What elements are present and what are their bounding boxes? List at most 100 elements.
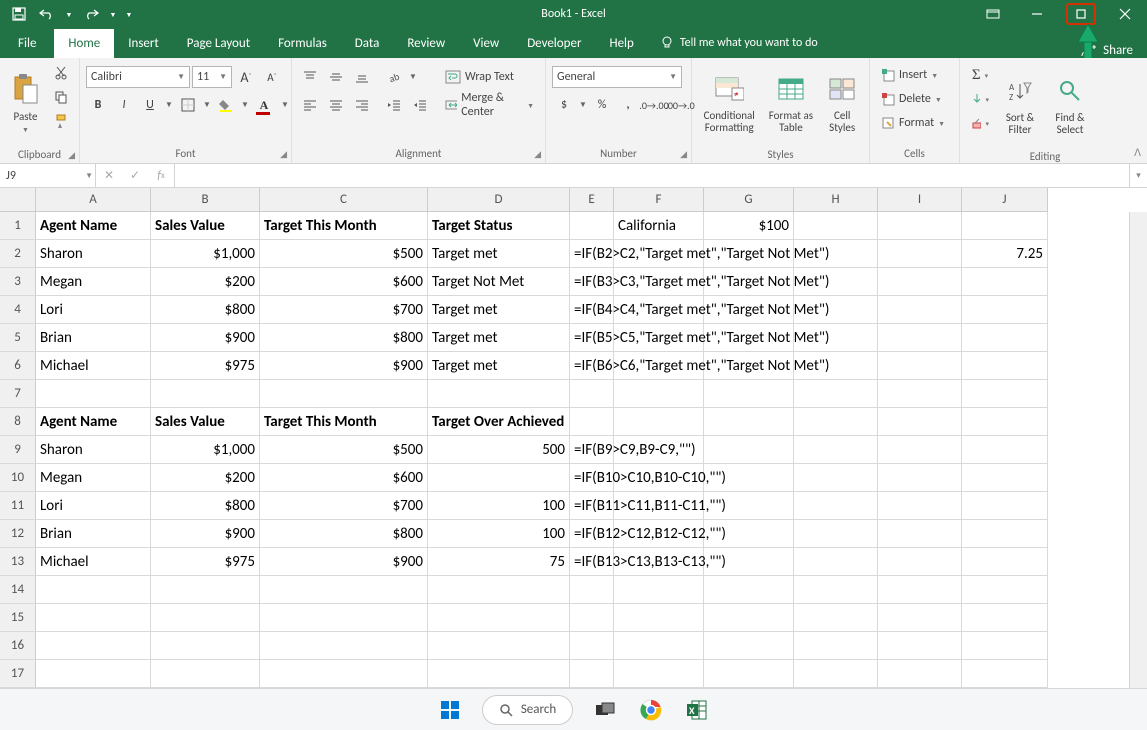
cell-D5[interactable]: Target met — [428, 324, 570, 352]
cell-A2[interactable]: Sharon — [36, 240, 151, 268]
row-header-11[interactable]: 11 — [0, 492, 36, 520]
borders-dropdown[interactable]: ▼ — [202, 100, 212, 110]
cell-E1[interactable] — [570, 212, 614, 240]
cell-C2[interactable]: $500 — [260, 240, 428, 268]
row-header-1[interactable]: 1 — [0, 212, 36, 240]
cell-H10[interactable] — [794, 464, 878, 492]
cell-C5[interactable]: $800 — [260, 324, 428, 352]
ribbon-display-options[interactable] — [971, 0, 1015, 28]
align-middle-button[interactable] — [324, 66, 348, 88]
cell-H9[interactable] — [794, 436, 878, 464]
cell-C12[interactable]: $800 — [260, 520, 428, 548]
row-header-7[interactable]: 7 — [0, 380, 36, 408]
formula-bar[interactable] — [175, 164, 1129, 187]
cell-B7[interactable] — [151, 380, 260, 408]
fill-color-button[interactable] — [214, 94, 238, 116]
font-dialog-launcher[interactable]: ◢ — [280, 149, 287, 160]
tab-review[interactable]: Review — [393, 29, 459, 58]
number-format-combo[interactable]: General▼ — [552, 66, 682, 88]
cell-C6[interactable]: $900 — [260, 352, 428, 380]
cell-J15[interactable] — [962, 604, 1048, 632]
comma-button[interactable]: , — [616, 94, 640, 116]
decrease-font-button[interactable]: Aˇ — [260, 66, 284, 88]
cell-G8[interactable] — [704, 408, 794, 436]
row-header-5[interactable]: 5 — [0, 324, 36, 352]
cell-E4[interactable]: =IF(B4>C4,"Target met","Target Not Met") — [570, 296, 614, 324]
cell-J4[interactable] — [962, 296, 1048, 324]
row-header-9[interactable]: 9 — [0, 436, 36, 464]
cell-F8[interactable] — [614, 408, 704, 436]
cell-B6[interactable]: $975 — [151, 352, 260, 380]
cell-B4[interactable]: $800 — [151, 296, 260, 324]
cell-D10[interactable] — [428, 464, 570, 492]
cell-styles-button[interactable]: Cell Styles — [821, 62, 863, 142]
enter-formula-button[interactable]: ✓ — [122, 168, 148, 183]
cell-H11[interactable] — [794, 492, 878, 520]
tab-help[interactable]: Help — [595, 29, 647, 58]
taskbar-search[interactable]: Search — [482, 695, 573, 725]
cell-B15[interactable] — [151, 604, 260, 632]
underline-button[interactable]: U — [138, 94, 162, 116]
cell-J8[interactable] — [962, 408, 1048, 436]
tell-me[interactable]: Tell me what you want to do — [648, 28, 830, 58]
cell-D9[interactable]: 500 — [428, 436, 570, 464]
cell-F14[interactable] — [614, 576, 704, 604]
cell-E16[interactable] — [570, 632, 614, 660]
collapse-ribbon-button[interactable]: ᐱ — [1134, 146, 1141, 159]
cell-A15[interactable] — [36, 604, 151, 632]
cell-C4[interactable]: $700 — [260, 296, 428, 324]
cell-A11[interactable]: Lori — [36, 492, 151, 520]
tab-home[interactable]: Home — [54, 29, 114, 58]
decrease-indent-button[interactable] — [382, 94, 406, 116]
row-header-2[interactable]: 2 — [0, 240, 36, 268]
save-button[interactable] — [8, 3, 30, 25]
cell-D15[interactable] — [428, 604, 570, 632]
excel-taskbar-icon[interactable]: X — [683, 696, 711, 724]
cell-I11[interactable] — [878, 492, 962, 520]
cell-J7[interactable] — [962, 380, 1048, 408]
row-header-6[interactable]: 6 — [0, 352, 36, 380]
cell-G16[interactable] — [704, 632, 794, 660]
cell-C1[interactable]: Target This Month — [260, 212, 428, 240]
cell-G17[interactable] — [704, 660, 794, 688]
cell-D3[interactable]: Target Not Met — [428, 268, 570, 296]
chrome-icon[interactable] — [637, 696, 665, 724]
cell-F7[interactable] — [614, 380, 704, 408]
cell-C15[interactable] — [260, 604, 428, 632]
cell-C14[interactable] — [260, 576, 428, 604]
autosum-button[interactable]: Σ▾ — [966, 64, 994, 86]
cell-B16[interactable] — [151, 632, 260, 660]
column-header-C[interactable]: C — [260, 188, 428, 212]
cell-F17[interactable] — [614, 660, 704, 688]
cell-E15[interactable] — [570, 604, 614, 632]
fill-button[interactable]: ▾ — [966, 88, 994, 110]
cell-J12[interactable] — [962, 520, 1048, 548]
align-right-button[interactable] — [350, 94, 374, 116]
orientation-button[interactable]: ab — [382, 66, 406, 88]
cell-J1[interactable] — [962, 212, 1048, 240]
tab-developer[interactable]: Developer — [513, 29, 595, 58]
font-color-dropdown[interactable]: ▼ — [280, 100, 290, 110]
cell-I12[interactable] — [878, 520, 962, 548]
cell-C8[interactable]: Target This Month — [260, 408, 428, 436]
cell-A9[interactable]: Sharon — [36, 436, 151, 464]
cell-C13[interactable]: $900 — [260, 548, 428, 576]
cell-G9[interactable] — [704, 436, 794, 464]
cell-D8[interactable]: Target Over Achieved — [428, 408, 570, 436]
cell-E5[interactable]: =IF(B5>C5,"Target met","Target Not Met") — [570, 324, 614, 352]
font-size-combo[interactable]: 11▼ — [192, 66, 232, 88]
column-header-F[interactable]: F — [614, 188, 704, 212]
cell-D13[interactable]: 75 — [428, 548, 570, 576]
cell-H8[interactable] — [794, 408, 878, 436]
cell-H7[interactable] — [794, 380, 878, 408]
increase-font-button[interactable]: Aˆ — [234, 66, 258, 88]
qat-customize[interactable]: ▼ — [124, 3, 134, 25]
percent-button[interactable]: % — [590, 94, 614, 116]
font-name-combo[interactable]: Calibri▼ — [86, 66, 190, 88]
underline-dropdown[interactable]: ▼ — [164, 100, 174, 110]
cell-J17[interactable] — [962, 660, 1048, 688]
cell-B10[interactable]: $200 — [151, 464, 260, 492]
copy-button[interactable] — [49, 86, 73, 108]
accounting-format-button[interactable]: $ — [552, 94, 576, 116]
cell-H15[interactable] — [794, 604, 878, 632]
